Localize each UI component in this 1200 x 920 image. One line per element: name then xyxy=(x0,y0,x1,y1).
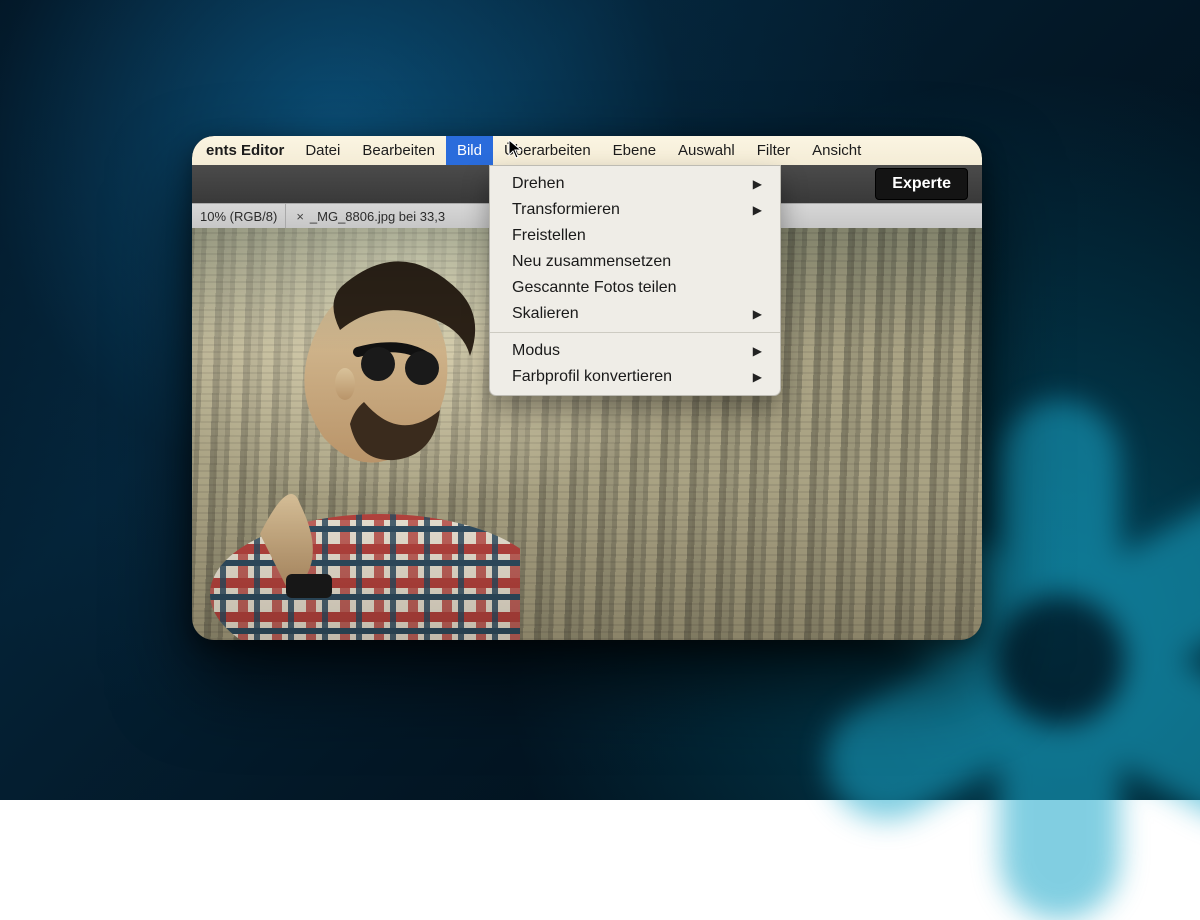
submenu-arrow-icon: ▶ xyxy=(753,370,762,384)
menu-divider xyxy=(490,332,780,333)
document-tab-1[interactable]: 10% (RGB/8) xyxy=(192,209,285,224)
menu-item-label: Freistellen xyxy=(512,227,762,245)
menu-bar: ents Editor Datei Bearbeiten Bild Überar… xyxy=(192,136,982,165)
mode-tab-experte[interactable]: Experte xyxy=(875,168,968,200)
menu-datei[interactable]: Datei xyxy=(294,136,351,165)
menu-ansicht[interactable]: Ansicht xyxy=(801,136,872,165)
menu-item-label: Neu zusammensetzen xyxy=(512,253,762,271)
menu-item-transformieren[interactable]: Transformieren ▶ xyxy=(490,197,780,223)
bild-dropdown: Drehen ▶ Transformieren ▶ Freistellen Ne… xyxy=(489,165,781,396)
menu-item-freistellen[interactable]: Freistellen xyxy=(490,223,780,249)
menu-item-label: Gescannte Fotos teilen xyxy=(512,279,762,297)
menu-item-label: Transformieren xyxy=(512,201,753,219)
menu-item-label: Modus xyxy=(512,342,753,360)
menu-item-label: Farbprofil konvertieren xyxy=(512,368,753,386)
menu-item-gescannte-fotos-teilen[interactable]: Gescannte Fotos teilen xyxy=(490,275,780,301)
menu-item-modus[interactable]: Modus ▶ xyxy=(490,338,780,364)
menu-item-label: Drehen xyxy=(512,175,753,193)
menu-item-skalieren[interactable]: Skalieren ▶ xyxy=(490,301,780,327)
app-name: ents Editor xyxy=(196,142,294,159)
tab-close-button[interactable]: × xyxy=(286,209,310,224)
menu-item-farbprofil-konvertieren[interactable]: Farbprofil konvertieren ▶ xyxy=(490,364,780,390)
document-tab-2[interactable]: _MG_8806.jpg bei 33,3 xyxy=(310,209,453,224)
menu-bearbeiten[interactable]: Bearbeiten xyxy=(351,136,446,165)
editor-window: ents Editor Datei Bearbeiten Bild Überar… xyxy=(192,136,982,640)
menu-filter[interactable]: Filter xyxy=(746,136,801,165)
menu-ebene[interactable]: Ebene xyxy=(602,136,667,165)
submenu-arrow-icon: ▶ xyxy=(753,307,762,321)
submenu-arrow-icon: ▶ xyxy=(753,344,762,358)
menu-bild[interactable]: Bild xyxy=(446,136,493,165)
menu-item-drehen[interactable]: Drehen ▶ xyxy=(490,171,780,197)
menu-auswahl[interactable]: Auswahl xyxy=(667,136,746,165)
menu-item-label: Skalieren xyxy=(512,305,753,323)
menu-item-neu-zusammensetzen[interactable]: Neu zusammensetzen xyxy=(490,249,780,275)
submenu-arrow-icon: ▶ xyxy=(753,203,762,217)
submenu-arrow-icon: ▶ xyxy=(753,177,762,191)
menu-ueberarbeiten[interactable]: Überarbeiten xyxy=(493,136,602,165)
